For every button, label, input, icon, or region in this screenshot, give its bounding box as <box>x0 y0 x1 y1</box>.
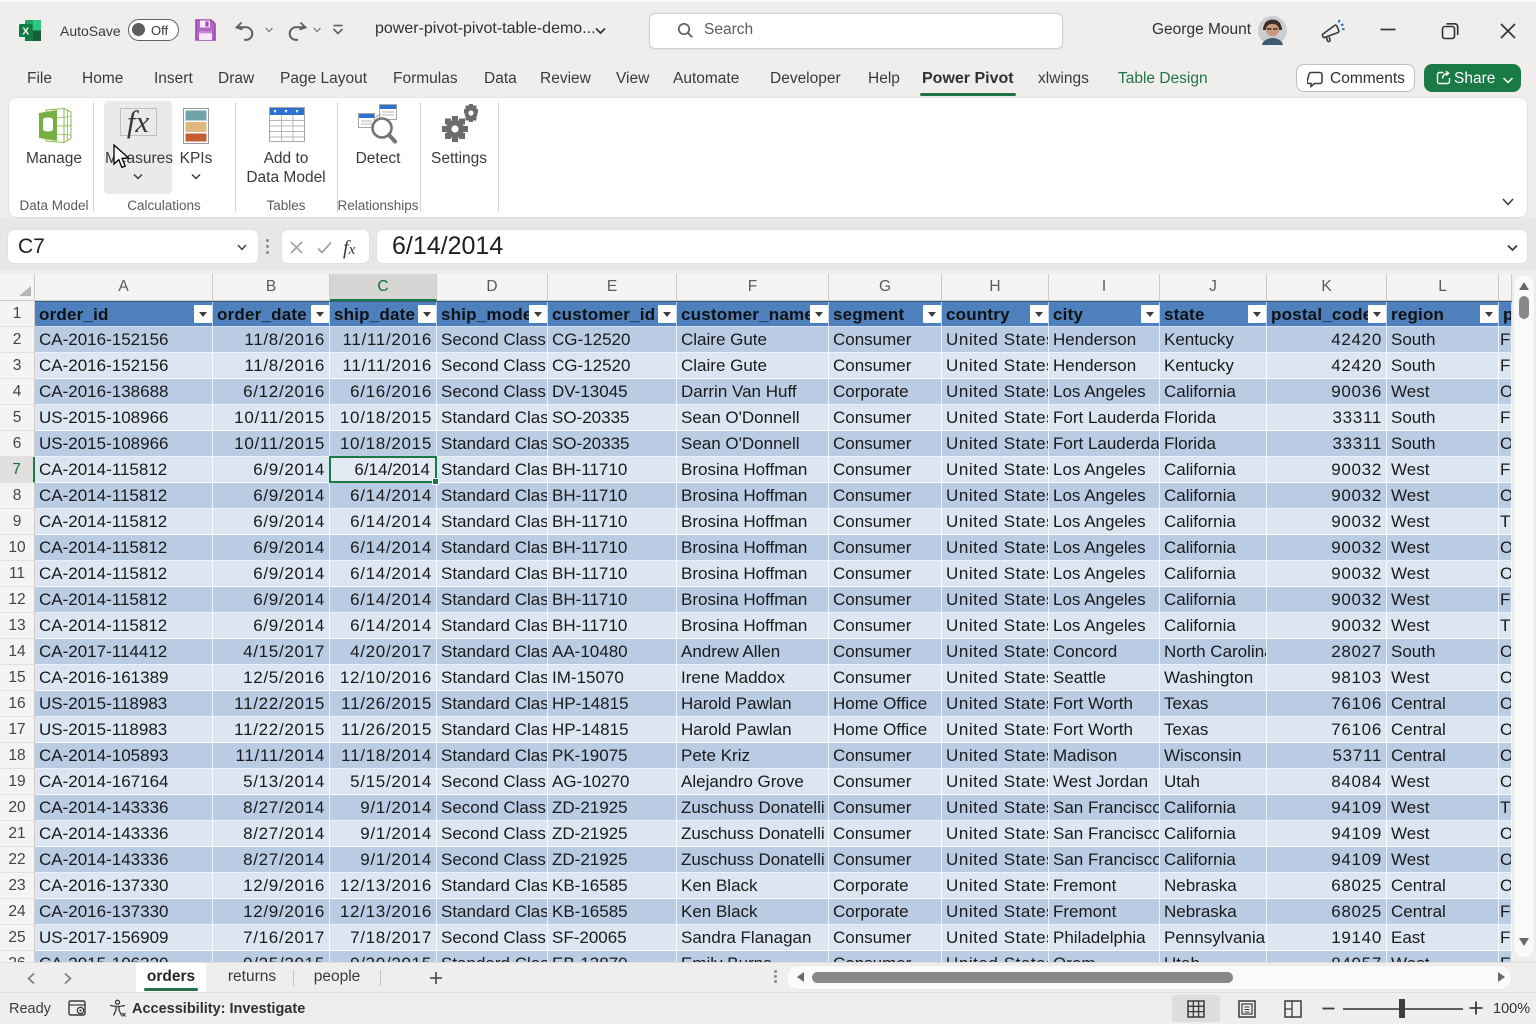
svg-text:X: X <box>22 25 29 37</box>
